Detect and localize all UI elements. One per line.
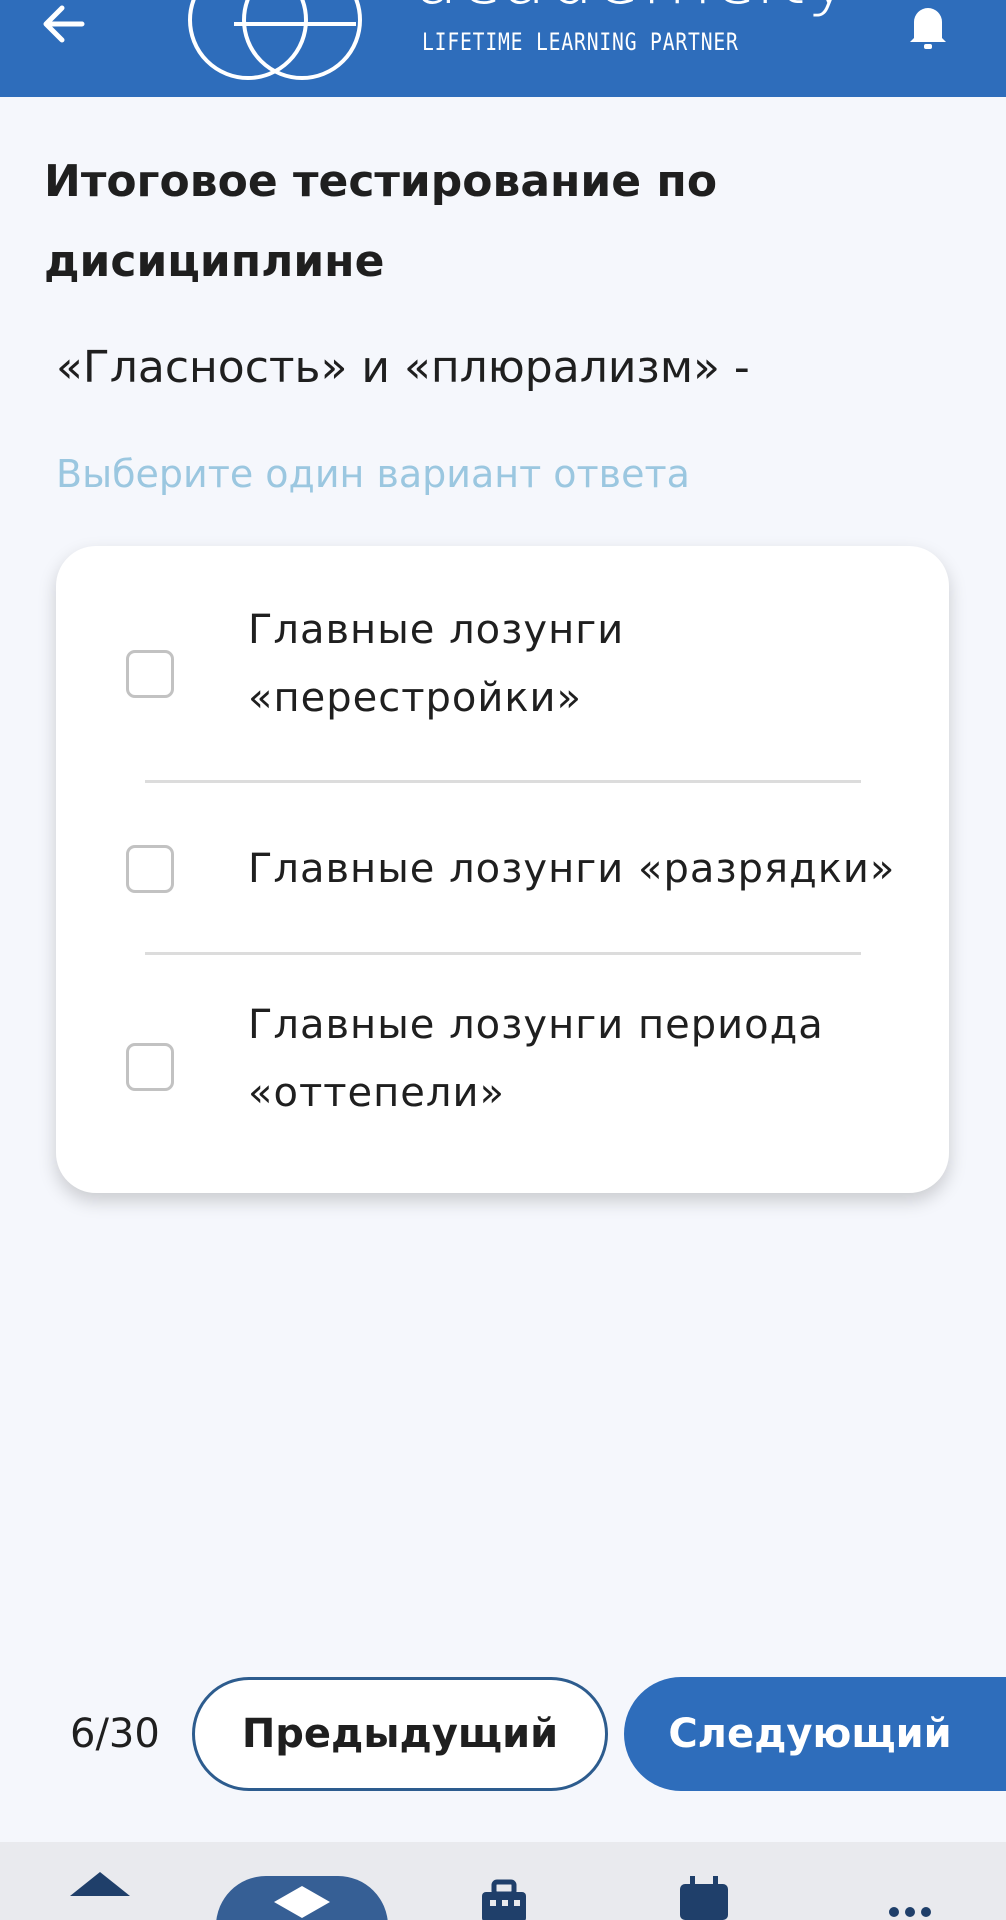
- bell-icon: [910, 8, 946, 49]
- nav-calendar[interactable]: [676, 1842, 732, 1920]
- nav-courses[interactable]: [216, 1876, 388, 1920]
- question-text: «Гласность» и «плюрализм» -: [56, 342, 750, 393]
- app-header: academcity LIFETIME LEARNING PARTNER: [0, 0, 1006, 97]
- option-checkbox[interactable]: [126, 845, 174, 893]
- question-counter: 6/30: [70, 1711, 160, 1757]
- app-logo: academcity LIFETIME LEARNING PARTNER: [186, 0, 850, 80]
- logo-circles-icon: [188, 0, 362, 80]
- bottom-navigation: [0, 1842, 1006, 1920]
- option-label: Главные лозунги «разрядки»: [248, 846, 896, 892]
- graduation-cap-icon: [274, 1886, 330, 1918]
- previous-button[interactable]: Предыдущий: [192, 1677, 608, 1791]
- briefcase-icon: [482, 1879, 526, 1920]
- notifications-button[interactable]: [900, 0, 956, 54]
- answer-option-2[interactable]: Главные лозунги «разрядки»: [56, 783, 949, 953]
- more-dots-icon: [889, 1907, 931, 1917]
- option-checkbox[interactable]: [126, 650, 174, 698]
- option-label: Главные лозунги «перестройки»: [248, 607, 625, 721]
- answer-option-3[interactable]: Главные лозунги периода «оттепели»: [56, 955, 949, 1193]
- logo-wordmark: academcity: [414, 0, 852, 14]
- nav-more[interactable]: [880, 1842, 940, 1920]
- option-label: Главные лозунги периода «оттепели»: [248, 1002, 824, 1116]
- answer-option-1[interactable]: Главные лозунги «перестройки»: [56, 546, 949, 782]
- answer-options-card: Главные лозунги «перестройки» Главные ло…: [56, 546, 949, 1193]
- calendar-icon: [680, 1876, 728, 1920]
- nav-jobs[interactable]: [476, 1842, 532, 1920]
- home-icon: [70, 1872, 130, 1896]
- page-title: Итоговое тестирование по дисициплине: [44, 156, 718, 287]
- back-button[interactable]: [38, 2, 88, 46]
- next-button[interactable]: Следующий: [624, 1677, 1006, 1791]
- nav-home[interactable]: [60, 1842, 140, 1920]
- option-checkbox[interactable]: [126, 1043, 174, 1091]
- logo-tagline: LIFETIME LEARNING PARTNER: [422, 28, 739, 56]
- answer-hint: Выберите один вариант ответа: [56, 452, 690, 496]
- arrow-left-icon: [43, 5, 85, 43]
